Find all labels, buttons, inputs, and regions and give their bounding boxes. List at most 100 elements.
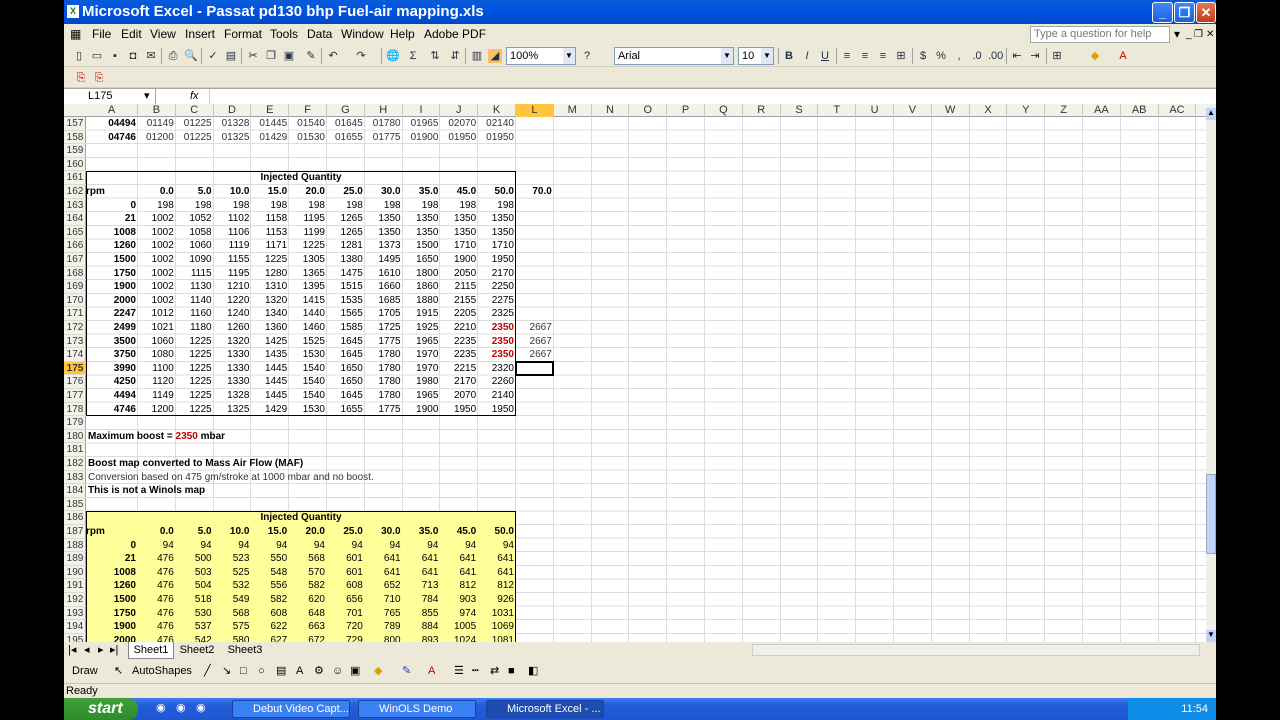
table-cell[interactable]: 01645 xyxy=(327,117,365,131)
tab-sheet3[interactable]: Sheet3 xyxy=(224,642,266,658)
table-cell[interactable]: 1330 xyxy=(214,348,252,362)
scroll-thumb[interactable] xyxy=(1206,474,1216,554)
column-header[interactable]: V xyxy=(894,104,932,117)
column-header[interactable]: AB xyxy=(1121,104,1159,117)
row-header[interactable]: 185 xyxy=(64,498,86,512)
table-cell[interactable]: 1365 xyxy=(289,267,327,281)
table-cell[interactable]: 504 xyxy=(176,579,214,593)
table-cell[interactable]: 789 xyxy=(365,620,403,634)
table-cell[interactable]: 198 xyxy=(138,199,176,213)
column-label[interactable]: 30.0 xyxy=(365,525,403,539)
row-header[interactable]: 159 xyxy=(64,144,86,158)
column-label[interactable]: 45.0 xyxy=(440,185,478,199)
table-cell[interactable]: 1925 xyxy=(403,321,441,335)
column-header[interactable]: H xyxy=(365,104,403,117)
comma-icon[interactable]: , xyxy=(952,49,966,63)
active-cell-l175[interactable] xyxy=(515,360,554,377)
align-left-icon[interactable]: ≡ xyxy=(840,49,854,63)
table-cell[interactable]: 549 xyxy=(214,593,252,607)
table-cell[interactable]: 94 xyxy=(478,539,516,553)
table-cell[interactable]: 1225 xyxy=(176,348,214,362)
table-cell[interactable]: 800 xyxy=(365,634,403,642)
menu-data[interactable]: Data xyxy=(307,24,332,45)
3d-icon[interactable]: ◧ xyxy=(528,659,538,683)
column-header[interactable]: B xyxy=(138,104,176,117)
table-cell[interactable]: 2050 xyxy=(440,267,478,281)
table-cell[interactable]: 01225 xyxy=(176,131,214,145)
table-cell[interactable]: 476 xyxy=(138,552,176,566)
table-cell[interactable]: 1395 xyxy=(289,280,327,294)
fill-color-icon[interactable]: ◆ xyxy=(1088,49,1102,63)
table-cell[interactable]: 1225 xyxy=(176,403,214,417)
column-header[interactable]: W xyxy=(932,104,970,117)
row-header[interactable]: 171 xyxy=(64,307,86,321)
row-header[interactable]: 173 xyxy=(64,335,86,349)
table-cell[interactable]: 1021 xyxy=(138,321,176,335)
table-cell[interactable]: 1060 xyxy=(176,239,214,253)
table-cell[interactable]: 1425 xyxy=(251,335,289,349)
column-header[interactable]: T xyxy=(818,104,857,117)
row-header[interactable]: 160 xyxy=(64,158,86,172)
table-cell[interactable]: 01445 xyxy=(251,117,289,131)
table-cell[interactable]: 2247 xyxy=(86,307,138,321)
currency-icon[interactable]: $ xyxy=(916,49,930,63)
table-cell[interactable]: 1650 xyxy=(327,362,365,376)
table-cell[interactable]: 641 xyxy=(403,552,441,566)
table-cell[interactable]: 503 xyxy=(176,566,214,580)
table-cell[interactable]: 1140 xyxy=(176,294,214,308)
redo-icon[interactable]: ↷ xyxy=(354,49,368,63)
table-cell[interactable]: 1281 xyxy=(327,239,365,253)
table-cell[interactable]: 1002 xyxy=(138,294,176,308)
table-cell[interactable]: 2155 xyxy=(440,294,478,308)
table-cell[interactable]: 1495 xyxy=(365,253,403,267)
column-header[interactable]: J xyxy=(440,104,479,117)
row-header[interactable]: 187 xyxy=(64,525,86,539)
table-cell[interactable]: 1210 xyxy=(214,280,252,294)
table-cell[interactable]: 01775 xyxy=(365,131,403,145)
table-title[interactable]: Injected Quantity xyxy=(86,171,516,185)
table-cell[interactable]: 4746 xyxy=(86,403,138,417)
table-cell[interactable]: 4494 xyxy=(86,389,138,403)
save-icon[interactable]: ▪ xyxy=(108,49,122,63)
table-cell[interactable]: 01950 xyxy=(440,131,478,145)
align-center-icon[interactable]: ≡ xyxy=(858,49,872,63)
table-cell[interactable]: 3990 xyxy=(86,362,138,376)
column-header[interactable]: U xyxy=(856,104,894,117)
table-cell[interactable]: 622 xyxy=(251,620,289,634)
row-header[interactable]: 179 xyxy=(64,416,86,430)
table-cell[interactable]: 476 xyxy=(138,607,176,621)
table-cell[interactable]: 1060 xyxy=(138,335,176,349)
line-icon[interactable]: ╱ xyxy=(204,659,211,683)
table-cell[interactable]: 198 xyxy=(440,199,478,213)
table-cell[interactable]: 1171 xyxy=(251,239,289,253)
table-cell[interactable]: 582 xyxy=(251,593,289,607)
table-cell[interactable]: 94 xyxy=(251,539,289,553)
column-label[interactable]: 15.0 xyxy=(251,185,289,199)
table-cell[interactable]: 01900 xyxy=(403,131,441,145)
table-cell[interactable]: 1710 xyxy=(440,239,478,253)
doc-restore-icon[interactable]: ❐ xyxy=(1194,24,1203,45)
decrease-decimal-icon[interactable]: .00 xyxy=(988,49,1003,63)
column-label[interactable]: 25.0 xyxy=(327,185,365,199)
table-cell[interactable]: 02070 xyxy=(440,117,478,131)
table-cell[interactable]: 2275 xyxy=(478,294,516,308)
table-cell[interactable]: 2260 xyxy=(478,375,516,389)
task-debut-video[interactable]: Debut Video Capt... xyxy=(232,700,350,718)
max-boost-text[interactable]: Maximum boost = 2350 mbar xyxy=(88,430,225,444)
draw-menu[interactable]: Draw xyxy=(72,659,98,683)
table-cell[interactable]: 1350 xyxy=(403,212,441,226)
clipart-icon[interactable]: ☺ xyxy=(332,659,343,683)
table-cell[interactable]: 784 xyxy=(403,593,441,607)
table-cell[interactable]: 04494 xyxy=(86,117,138,131)
table-cell[interactable]: 01149 xyxy=(138,117,176,131)
row-header[interactable]: 192 xyxy=(64,593,86,607)
table-cell[interactable]: 532 xyxy=(214,579,252,593)
wordart-icon[interactable]: A xyxy=(296,659,303,683)
table-cell[interactable]: 1012 xyxy=(138,307,176,321)
task-winols[interactable]: WinOLS Demo xyxy=(358,700,476,718)
oval-icon[interactable]: ○ xyxy=(258,659,265,683)
table-cell[interactable]: 476 xyxy=(138,593,176,607)
table-cell[interactable]: 1069 xyxy=(478,620,516,634)
table-cell[interactable]: 1195 xyxy=(214,267,252,281)
column-header[interactable]: K xyxy=(478,104,516,117)
